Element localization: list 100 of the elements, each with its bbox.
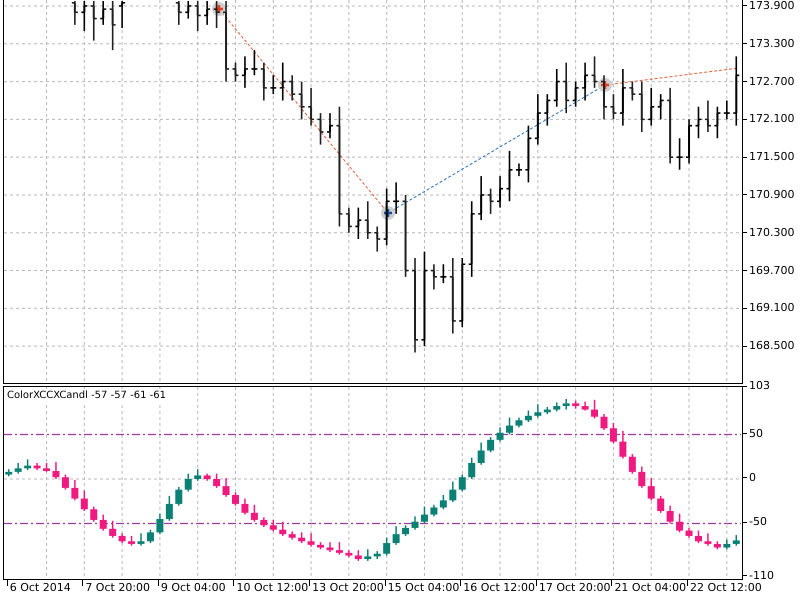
price-bar bbox=[241, 56, 249, 89]
date-label: 10 Oct 12:00 bbox=[236, 581, 308, 595]
candle bbox=[468, 458, 476, 479]
candle bbox=[109, 520, 116, 538]
price-label: 173.300 bbox=[749, 36, 794, 51]
price-bar bbox=[572, 80, 580, 108]
price-bar bbox=[108, 0, 116, 51]
candle bbox=[326, 542, 334, 552]
candle bbox=[487, 437, 494, 452]
candle bbox=[80, 490, 88, 512]
price-bar bbox=[298, 80, 306, 120]
candle bbox=[5, 469, 12, 476]
date-label: 15 Oct 04:00 bbox=[388, 581, 460, 595]
candle bbox=[184, 474, 192, 492]
price-bar bbox=[506, 150, 514, 202]
candle bbox=[676, 514, 684, 532]
price-bar bbox=[250, 49, 258, 76]
candle bbox=[260, 517, 268, 528]
candle bbox=[723, 540, 730, 550]
candle bbox=[544, 406, 551, 414]
price-bar bbox=[118, 0, 126, 29]
price-label: 169.100 bbox=[749, 301, 794, 316]
candle bbox=[619, 430, 626, 459]
candle bbox=[166, 496, 173, 521]
candle bbox=[420, 506, 428, 524]
candle bbox=[232, 492, 239, 506]
price-label: 170.300 bbox=[749, 226, 794, 240]
date-label: 21 Oct 04:00 bbox=[614, 581, 686, 595]
price-bar bbox=[307, 87, 315, 126]
price-bar bbox=[212, 0, 220, 29]
indicator-title: ColorXCCXCandl -57 -57 -61 -61 bbox=[7, 389, 166, 403]
price-bar bbox=[486, 188, 494, 215]
candle bbox=[732, 535, 740, 546]
date-label: 17 Oct 20:00 bbox=[538, 581, 611, 595]
price-label: 172.700 bbox=[749, 74, 794, 89]
candle bbox=[524, 410, 532, 422]
date-label: 6 Oct 2014 bbox=[10, 581, 71, 595]
price-bar bbox=[676, 137, 684, 171]
date-label: 22 Oct 12:00 bbox=[690, 581, 762, 595]
price-bar bbox=[71, 0, 79, 26]
date-label: 7 Oct 20:00 bbox=[85, 581, 150, 595]
price-bar bbox=[590, 56, 598, 89]
candle bbox=[34, 462, 41, 470]
price-bar bbox=[581, 62, 589, 102]
candle bbox=[317, 542, 324, 550]
price-bar bbox=[430, 263, 438, 290]
price-bar bbox=[628, 80, 636, 102]
candle bbox=[100, 514, 107, 531]
candle bbox=[62, 474, 69, 490]
candle bbox=[241, 498, 248, 515]
candle bbox=[374, 551, 381, 560]
candle bbox=[270, 520, 277, 532]
candle bbox=[250, 504, 258, 522]
candle bbox=[402, 525, 410, 536]
candle bbox=[52, 462, 60, 479]
candle bbox=[515, 418, 522, 428]
candle bbox=[412, 516, 419, 530]
price-label: 171.500 bbox=[749, 150, 794, 164]
candle bbox=[364, 549, 372, 561]
price-bar bbox=[694, 106, 702, 140]
candle bbox=[194, 469, 202, 481]
candle bbox=[506, 418, 513, 434]
candle bbox=[648, 478, 655, 500]
price-label: 172.100 bbox=[749, 112, 794, 126]
candle bbox=[24, 459, 32, 470]
candle bbox=[694, 530, 702, 544]
price-bar bbox=[477, 175, 485, 221]
candle bbox=[175, 487, 182, 506]
candle bbox=[591, 400, 598, 418]
indicator-label: -50 bbox=[749, 515, 767, 530]
candle bbox=[383, 538, 390, 556]
candle bbox=[582, 402, 589, 410]
candle bbox=[298, 532, 306, 544]
candle bbox=[213, 474, 220, 488]
price-bar bbox=[316, 112, 324, 146]
candle bbox=[686, 528, 693, 538]
price-bar bbox=[203, 0, 211, 26]
candle bbox=[288, 532, 296, 540]
candle bbox=[71, 480, 78, 500]
price-bar bbox=[515, 162, 523, 177]
candle bbox=[430, 504, 438, 516]
candle bbox=[354, 550, 362, 561]
candle bbox=[458, 474, 466, 492]
candle bbox=[638, 466, 646, 488]
price-bar bbox=[619, 68, 627, 126]
price-bar bbox=[232, 62, 240, 82]
price-bar bbox=[704, 100, 712, 133]
candle bbox=[496, 427, 504, 442]
price-bar bbox=[392, 182, 400, 215]
candle bbox=[572, 400, 580, 409]
candle bbox=[600, 414, 608, 430]
candle bbox=[449, 482, 456, 502]
candle bbox=[14, 462, 22, 474]
candle bbox=[138, 533, 144, 546]
candle bbox=[90, 506, 98, 522]
candle bbox=[478, 442, 485, 465]
candle bbox=[128, 536, 136, 546]
price-label: 173.900 bbox=[749, 0, 794, 13]
indicator-label: 50 bbox=[749, 426, 763, 440]
price-bar bbox=[534, 93, 542, 146]
